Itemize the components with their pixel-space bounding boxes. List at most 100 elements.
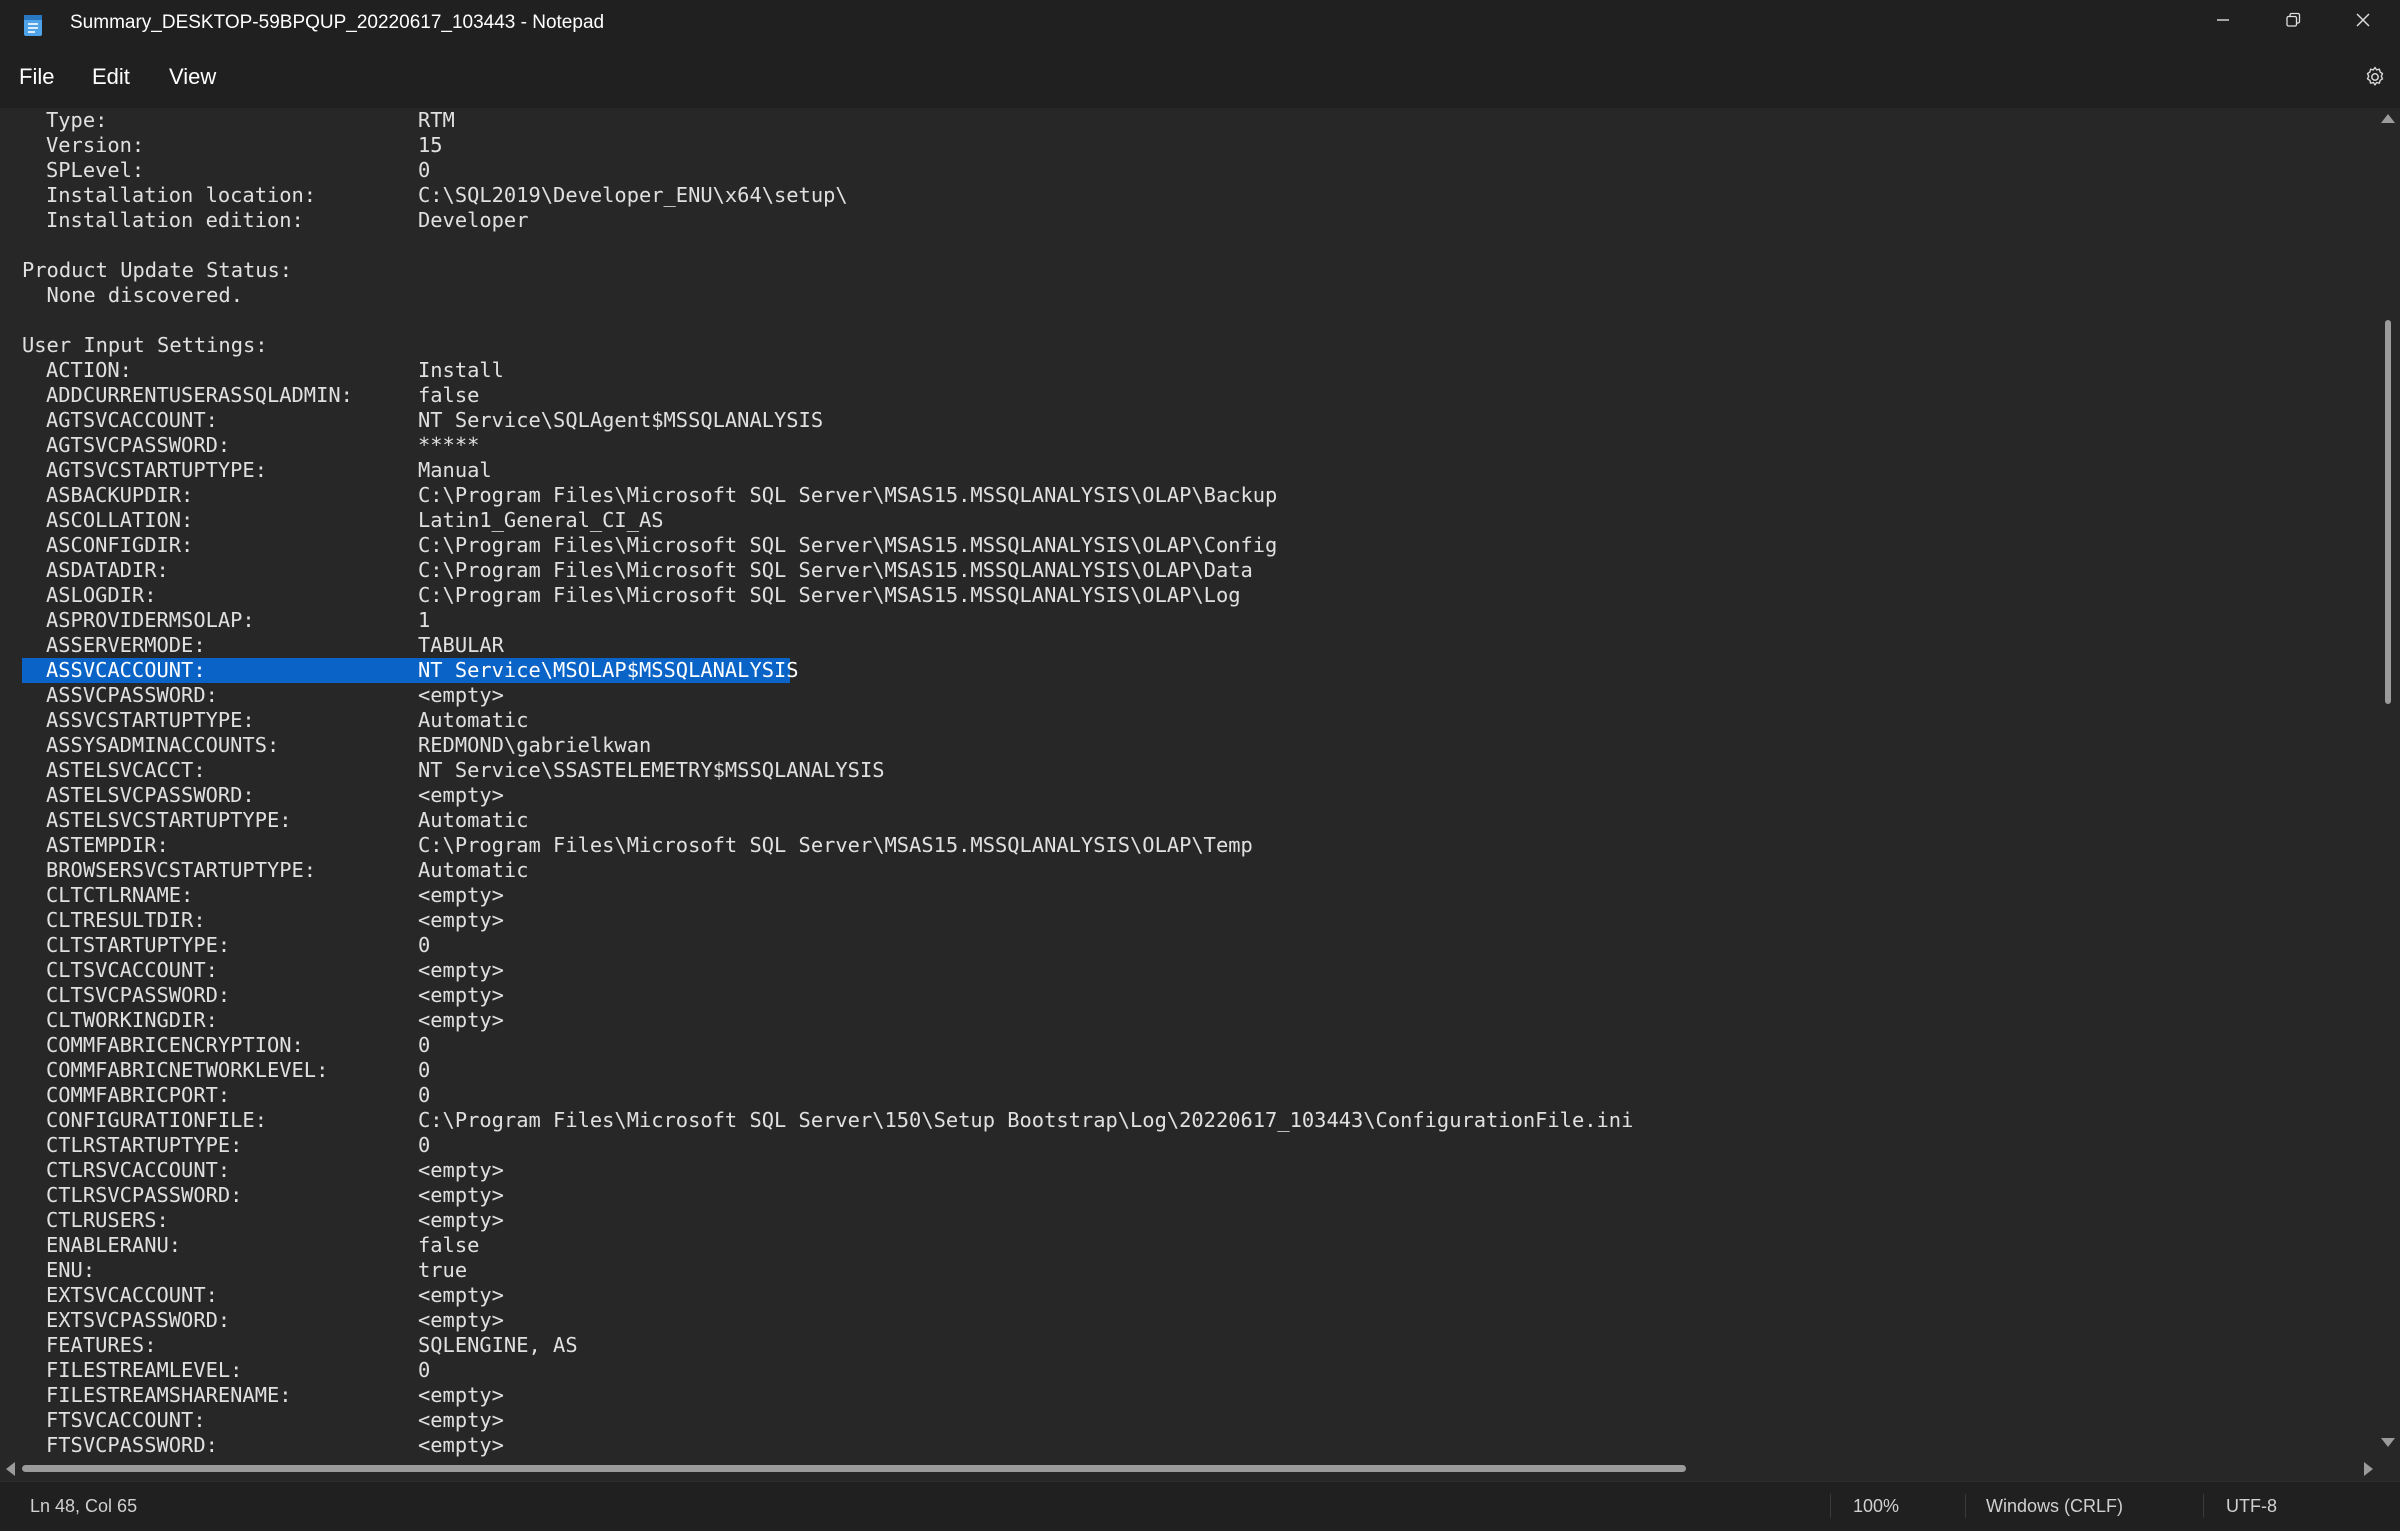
text-editor[interactable]: Type: RTM Version: 15 SPLevel: 0 Installation … bbox=[0, 108, 2376, 1457]
status-divider bbox=[1965, 1494, 1966, 1518]
setting-value: C:\Program Files\Microsoft SQL Server\MS… bbox=[418, 583, 1241, 607]
setting-key: CTLRSTARTUPTYPE: bbox=[46, 1133, 243, 1157]
setting-key: FTSVCPASSWORD: bbox=[46, 1433, 218, 1457]
setting-key: ASSVCSTARTUPTYPE: bbox=[46, 708, 255, 732]
setting-value: C:\SQL2019\Developer_ENU\x64\setup\ bbox=[418, 183, 848, 207]
setting-value: 1 bbox=[418, 608, 431, 632]
setting-key: Type: bbox=[46, 108, 108, 132]
minimize-icon bbox=[2214, 11, 2232, 34]
setting-key: FTSVCACCOUNT: bbox=[46, 1408, 206, 1432]
line-ending[interactable]: Windows (CRLF) bbox=[1986, 1496, 2123, 1517]
setting-key: Installation edition: bbox=[46, 208, 304, 232]
setting-value: <empty> bbox=[418, 1433, 504, 1457]
setting-key: ASBACKUPDIR: bbox=[46, 483, 194, 507]
setting-value: RTM bbox=[418, 108, 455, 132]
scroll-right-icon[interactable] bbox=[2364, 1462, 2373, 1476]
setting-key: CLTWORKINGDIR: bbox=[46, 1008, 218, 1032]
vertical-scrollbar[interactable] bbox=[2376, 108, 2400, 1457]
menu-edit[interactable]: Edit bbox=[92, 64, 130, 90]
horizontal-scrollbar[interactable] bbox=[0, 1457, 2400, 1481]
setting-value: false bbox=[418, 1233, 480, 1257]
status-divider bbox=[2203, 1494, 2204, 1518]
setting-value: <empty> bbox=[418, 1383, 504, 1407]
setting-value: Install bbox=[418, 358, 504, 382]
setting-value: 0 bbox=[418, 1083, 431, 1107]
menu-view[interactable]: View bbox=[169, 64, 216, 90]
setting-key: FILESTREAMSHARENAME: bbox=[46, 1383, 292, 1407]
setting-key: COMMFABRICPORT: bbox=[46, 1083, 231, 1107]
setting-value: NT Service\MSOLAP$MSSQLANALYSIS bbox=[418, 658, 799, 682]
setting-value: true bbox=[418, 1258, 468, 1282]
vertical-scroll-thumb[interactable] bbox=[2385, 320, 2391, 704]
settings-button[interactable] bbox=[2358, 62, 2392, 96]
setting-value: Manual bbox=[418, 458, 492, 482]
setting-key: EXTSVCPASSWORD: bbox=[46, 1308, 231, 1332]
line-text: Product Update Status: bbox=[22, 258, 293, 282]
setting-key: CTLRSVCPASSWORD: bbox=[46, 1183, 243, 1207]
setting-value: <empty> bbox=[418, 958, 504, 982]
setting-key: ENU: bbox=[46, 1258, 96, 1282]
setting-value: SQLENGINE, AS bbox=[418, 1333, 578, 1357]
setting-key: ASLOGDIR: bbox=[46, 583, 157, 607]
line-text: None discovered. bbox=[22, 283, 243, 307]
setting-key: ACTION: bbox=[46, 358, 132, 382]
setting-value: C:\Program Files\Microsoft SQL Server\MS… bbox=[418, 533, 1278, 557]
scroll-left-icon[interactable] bbox=[6, 1462, 15, 1476]
setting-key: CONFIGURATIONFILE: bbox=[46, 1108, 267, 1132]
setting-key: ASPROVIDERMSOLAP: bbox=[46, 608, 255, 632]
setting-key: SPLevel: bbox=[46, 158, 145, 182]
scroll-up-icon[interactable] bbox=[2381, 114, 2395, 123]
window-title: Summary_DESKTOP-59BPQUP_20220617_103443 … bbox=[70, 12, 605, 33]
setting-value: C:\Program Files\Microsoft SQL Server\MS… bbox=[418, 483, 1278, 507]
setting-key: ASTELSVCACCT: bbox=[46, 758, 206, 782]
scroll-down-icon[interactable] bbox=[2381, 1438, 2395, 1447]
setting-value: <empty> bbox=[418, 1158, 504, 1182]
line-text: User Input Settings: bbox=[22, 333, 268, 357]
setting-value: Developer bbox=[418, 208, 529, 232]
setting-value: <empty> bbox=[418, 983, 504, 1007]
setting-value: NT Service\SQLAgent$MSSQLANALYSIS bbox=[418, 408, 824, 432]
menu-file[interactable]: File bbox=[19, 64, 54, 90]
setting-key: EXTSVCACCOUNT: bbox=[46, 1283, 218, 1307]
setting-key: FEATURES: bbox=[46, 1333, 157, 1357]
setting-key: ASTELSVCSTARTUPTYPE: bbox=[46, 808, 292, 832]
setting-key: Version: bbox=[46, 133, 145, 157]
setting-value: Automatic bbox=[418, 858, 529, 882]
setting-key: ASTELSVCPASSWORD: bbox=[46, 783, 255, 807]
setting-value: REDMOND\gabrielkwan bbox=[418, 733, 652, 757]
setting-key: BROWSERSVCSTARTUPTYPE: bbox=[46, 858, 317, 882]
close-icon bbox=[2354, 11, 2372, 34]
restore-button[interactable] bbox=[2258, 0, 2328, 44]
setting-value: C:\Program Files\Microsoft SQL Server\MS… bbox=[418, 833, 1253, 857]
setting-key: ASTEMPDIR: bbox=[46, 833, 169, 857]
setting-value: <empty> bbox=[418, 1283, 504, 1307]
setting-key: ASSVCACCOUNT: bbox=[46, 658, 206, 682]
minimize-button[interactable] bbox=[2188, 0, 2258, 44]
setting-value: <empty> bbox=[418, 683, 504, 707]
close-button[interactable] bbox=[2328, 0, 2398, 44]
setting-value: Automatic bbox=[418, 808, 529, 832]
setting-key: ASCOLLATION: bbox=[46, 508, 194, 532]
setting-value: <empty> bbox=[418, 908, 504, 932]
setting-key: COMMFABRICNETWORKLEVEL: bbox=[46, 1058, 329, 1082]
setting-value: NT Service\SSASTELEMETRY$MSSQLANALYSIS bbox=[418, 758, 885, 782]
status-divider bbox=[1830, 1494, 1831, 1518]
setting-key: ASDATADIR: bbox=[46, 558, 169, 582]
horizontal-scroll-thumb[interactable] bbox=[22, 1465, 1686, 1472]
setting-key: FILESTREAMLEVEL: bbox=[46, 1358, 243, 1382]
restore-icon bbox=[2284, 11, 2302, 34]
setting-key: AGTSVCSTARTUPTYPE: bbox=[46, 458, 267, 482]
zoom-level[interactable]: 100% bbox=[1853, 1496, 1899, 1517]
setting-key: ASSERVERMODE: bbox=[46, 633, 206, 657]
setting-value: C:\Program Files\Microsoft SQL Server\MS… bbox=[418, 558, 1253, 582]
notepad-icon bbox=[22, 12, 46, 38]
setting-key: ASSYSADMINACCOUNTS: bbox=[46, 733, 280, 757]
setting-value: 0 bbox=[418, 1058, 431, 1082]
setting-value: Latin1_General_CI_AS bbox=[418, 508, 664, 532]
encoding[interactable]: UTF-8 bbox=[2226, 1496, 2277, 1517]
setting-value: ***** bbox=[418, 433, 480, 457]
setting-value: TABULAR bbox=[418, 633, 504, 657]
title-bar: Summary_DESKTOP-59BPQUP_20220617_103443 … bbox=[0, 0, 2400, 48]
setting-key: COMMFABRICENCRYPTION: bbox=[46, 1033, 304, 1057]
setting-key: CLTRESULTDIR: bbox=[46, 908, 206, 932]
